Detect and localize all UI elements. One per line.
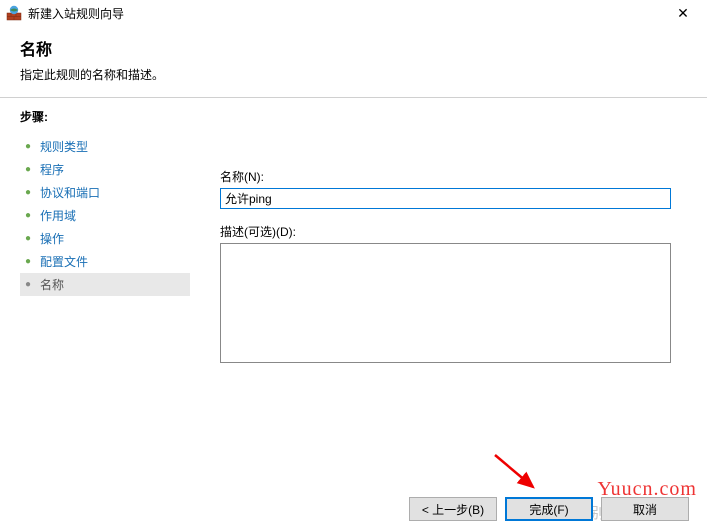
firewall-icon bbox=[6, 5, 22, 21]
sidebar-item-label: 程序 bbox=[40, 161, 64, 178]
page-subtitle: 指定此规则的名称和描述。 bbox=[20, 66, 687, 83]
bullet-icon: ● bbox=[22, 164, 34, 175]
finish-button[interactable]: 完成(F) bbox=[505, 497, 593, 521]
sidebar-item-label: 作用域 bbox=[40, 207, 76, 224]
header: 名称 指定此规则的名称和描述。 bbox=[0, 26, 707, 97]
sidebar-item-label: 名称 bbox=[40, 276, 64, 293]
back-button[interactable]: < 上一步(B) bbox=[409, 497, 497, 521]
sidebar-item-label: 协议和端口 bbox=[40, 184, 100, 201]
bullet-icon: ● bbox=[22, 210, 34, 221]
sidebar-item-protocol[interactable]: ● 协议和端口 bbox=[20, 181, 190, 204]
sidebar: 步骤: ● 规则类型 ● 程序 ● 协议和端口 ● 作用域 ● 操作 ● 配置文件 ● 名称 bbox=[0, 98, 190, 488]
sidebar-item-action[interactable]: ● 操作 bbox=[20, 227, 190, 250]
bullet-icon: ● bbox=[22, 187, 34, 198]
close-button[interactable]: ✕ bbox=[665, 1, 701, 25]
window-title: 新建入站规则向导 bbox=[28, 5, 665, 22]
bullet-icon: ● bbox=[22, 279, 34, 290]
title-bar: 新建入站规则向导 ✕ bbox=[0, 0, 707, 26]
name-input[interactable] bbox=[220, 188, 671, 209]
sidebar-item-rule-type[interactable]: ● 规则类型 bbox=[20, 135, 190, 158]
page-title: 名称 bbox=[20, 36, 687, 60]
sidebar-item-profile[interactable]: ● 配置文件 bbox=[20, 250, 190, 273]
sidebar-item-name[interactable]: ● 名称 bbox=[20, 273, 190, 296]
name-label: 名称(N): bbox=[220, 168, 671, 185]
bullet-icon: ● bbox=[22, 256, 34, 267]
main-panel: 名称(N): 描述(可选)(D): bbox=[190, 98, 707, 488]
bullet-icon: ● bbox=[22, 233, 34, 244]
sidebar-item-label: 配置文件 bbox=[40, 253, 88, 270]
sidebar-item-label: 操作 bbox=[40, 230, 64, 247]
description-label: 描述(可选)(D): bbox=[220, 223, 671, 240]
bullet-icon: ● bbox=[22, 141, 34, 152]
steps-list: ● 规则类型 ● 程序 ● 协议和端口 ● 作用域 ● 操作 ● 配置文件 ● 名称 bbox=[20, 135, 190, 296]
footer-buttons: < 上一步(B) 完成(F) 取消 bbox=[409, 497, 689, 521]
close-icon: ✕ bbox=[677, 5, 689, 22]
content: 步骤: ●规则类型 ●程序 ●协议和端口 ●作用域 ●操作 ●配置文件 ●名称 … bbox=[0, 98, 707, 488]
steps-label: 步骤: bbox=[20, 108, 190, 125]
sidebar-item-scope[interactable]: ● 作用域 bbox=[20, 204, 190, 227]
sidebar-item-label: 规则类型 bbox=[40, 138, 88, 155]
cancel-button[interactable]: 取消 bbox=[601, 497, 689, 521]
sidebar-item-program[interactable]: ● 程序 bbox=[20, 158, 190, 181]
description-input[interactable] bbox=[220, 243, 671, 363]
